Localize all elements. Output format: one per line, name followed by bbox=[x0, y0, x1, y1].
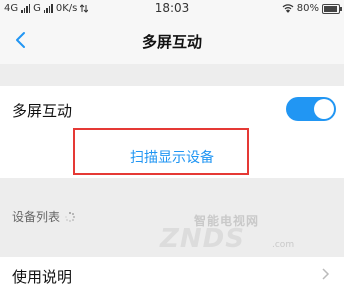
multiscreen-card: 多屏互动 扫描显示设备 bbox=[0, 86, 344, 178]
help-row[interactable]: 使用说明 bbox=[0, 257, 344, 289]
multiscreen-toggle-label: 多屏互动 bbox=[12, 102, 73, 120]
help-label: 使用说明 bbox=[12, 268, 73, 286]
page-title: 多屏互动 bbox=[141, 33, 202, 51]
device-list-header: 设备列表 bbox=[12, 208, 76, 225]
watermark-suffix-text: .com bbox=[272, 240, 295, 250]
watermark-cn-text: 智能电视网 bbox=[194, 214, 260, 228]
device-list-title: 设备列表 bbox=[12, 210, 61, 224]
battery-icon bbox=[322, 3, 342, 14]
nav-bar: 多屏互动 bbox=[0, 18, 344, 64]
status-bar: 4G G 0K/s 18:03 80% bbox=[0, 0, 344, 18]
watermark-logo: 智能电视网 ZNDS .com bbox=[150, 212, 300, 254]
status-right: 80% bbox=[282, 3, 342, 14]
scan-devices-button[interactable]: 扫描显示设备 bbox=[0, 132, 344, 178]
toggle-knob bbox=[314, 99, 334, 119]
chevron-right-icon bbox=[322, 268, 330, 280]
scan-devices-label: 扫描显示设备 bbox=[130, 150, 214, 166]
battery-percent: 80% bbox=[296, 3, 319, 14]
wifi-icon bbox=[282, 4, 294, 13]
loading-spinner-icon bbox=[65, 211, 76, 222]
watermark-brand-text: ZNDS bbox=[160, 224, 245, 254]
multiscreen-toggle[interactable] bbox=[286, 97, 336, 121]
multiscreen-toggle-row: 多屏互动 bbox=[0, 86, 344, 132]
